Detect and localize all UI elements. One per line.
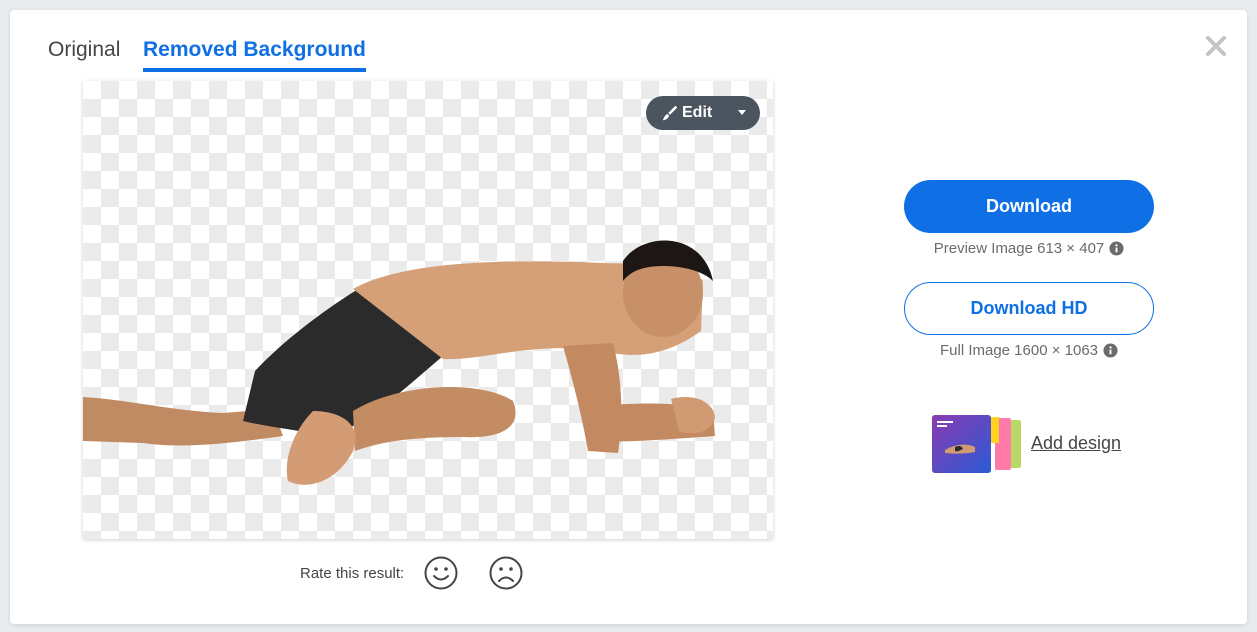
frown-icon[interactable] <box>488 555 524 591</box>
caret-down-icon[interactable] <box>738 110 746 115</box>
rate-label: Rate this result: <box>300 564 405 582</box>
edit-label: Edit <box>682 104 713 121</box>
info-icon[interactable] <box>1103 343 1118 358</box>
smiley-icon[interactable] <box>423 555 459 591</box>
result-image <box>83 81 773 539</box>
design-thumbnails[interactable] <box>931 414 1023 474</box>
brush-icon <box>662 105 678 121</box>
tab-removed-background[interactable]: Removed Background <box>143 38 366 72</box>
download-hd-button[interactable]: Download HD <box>904 282 1154 335</box>
tab-original[interactable]: Original <box>48 38 120 68</box>
download-button[interactable]: Download <box>904 180 1154 233</box>
close-icon[interactable] <box>1204 34 1228 58</box>
preview-image-text: Preview Image 613 × 407 <box>933 240 1105 257</box>
subject-cutout <box>83 240 715 485</box>
full-image-info: Full Image 1600 × 1063 <box>904 342 1154 359</box>
preview-image-info: Preview Image 613 × 407 <box>904 240 1154 257</box>
info-icon[interactable] <box>1109 241 1124 256</box>
add-design-link[interactable]: Add design <box>1031 433 1121 454</box>
edit-button[interactable]: Edit <box>646 96 760 130</box>
full-image-text: Full Image 1600 × 1063 <box>939 342 1099 359</box>
edit-main[interactable]: Edit <box>646 96 712 130</box>
rate-result: Rate this result: <box>300 555 553 591</box>
